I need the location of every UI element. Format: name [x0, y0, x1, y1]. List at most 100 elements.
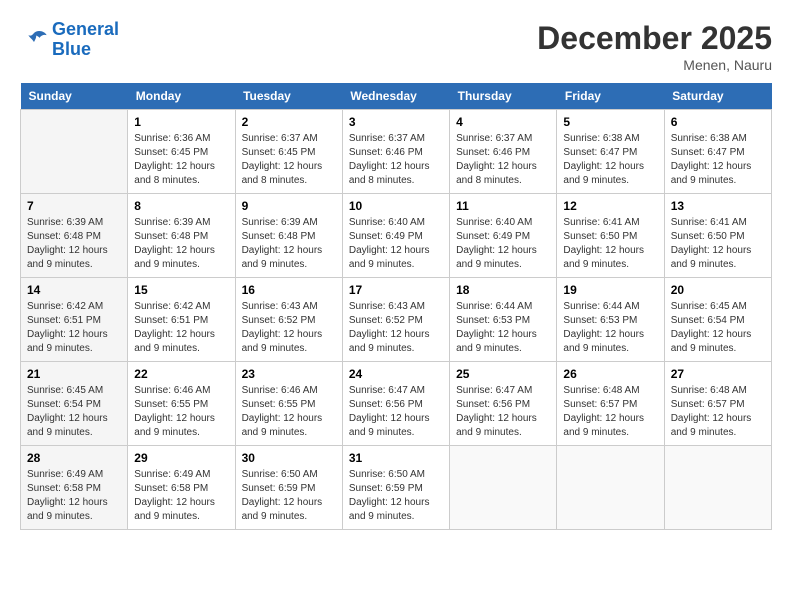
header-day-saturday: Saturday: [664, 83, 771, 110]
calendar-cell: 14 Sunrise: 6:42 AM Sunset: 6:51 PM Dayli…: [21, 278, 128, 362]
calendar-cell: 18Sunrise: 6:44 AM Sunset: 6:53 PM Dayli…: [450, 278, 557, 362]
calendar-cell: 16 Sunrise: 6:43 AM Sunset: 6:52 PM Dayli…: [235, 278, 342, 362]
day-info: Sunrise: 6:48 AM Sunset: 6:57 PM Dayligh…: [563, 384, 657, 440]
day-number: 11: [456, 199, 550, 213]
day-info: Sunrise: 6:48 AM Sunset: 6:57 PM Dayligh…: [671, 384, 765, 440]
calendar-cell: 25Sunrise: 6:47 AM Sunset: 6:56 PM Dayli…: [450, 362, 557, 446]
page-header: General Blue December 2025 Menen, Nauru: [20, 20, 772, 73]
day-number: 31: [349, 451, 443, 465]
day-number: 3: [349, 115, 443, 129]
calendar-cell: 3 Sunrise: 6:37 AM Sunset: 6:46 PM Daylig…: [342, 110, 449, 194]
calendar-cell: 28 Sunrise: 6:49 AM Sunset: 6:58 PM Dayli…: [21, 446, 128, 530]
day-info: Sunrise: 6:45 AM Sunset: 6:54 PM Dayligh…: [671, 300, 765, 356]
header-day-sunday: Sunday: [21, 83, 128, 110]
day-info: Sunrise: 6:39 AM Sunset: 6:48 PM Dayligh…: [242, 216, 336, 272]
day-number: 4: [456, 115, 550, 129]
calendar-cell: 24 Sunrise: 6:47 AM Sunset: 6:56 PM Dayli…: [342, 362, 449, 446]
calendar-week-3: 14 Sunrise: 6:42 AM Sunset: 6:51 PM Dayli…: [21, 278, 772, 362]
day-number: 7: [27, 199, 121, 213]
day-info: Sunrise: 6:36 AM Sunset: 6:45 PM Dayligh…: [134, 132, 228, 188]
day-number: 30: [242, 451, 336, 465]
calendar-cell: 29 Sunrise: 6:49 AM Sunset: 6:58 PM Dayli…: [128, 446, 235, 530]
calendar-cell: 23Sunrise: 6:46 AM Sunset: 6:55 PM Dayli…: [235, 362, 342, 446]
header-day-friday: Friday: [557, 83, 664, 110]
calendar-cell: 10Sunrise: 6:40 AM Sunset: 6:49 PM Dayli…: [342, 194, 449, 278]
calendar-week-1: 1 Sunrise: 6:36 AM Sunset: 6:45 PM Daylig…: [21, 110, 772, 194]
day-number: 26: [563, 367, 657, 381]
day-info: Sunrise: 6:43 AM Sunset: 6:52 PM Dayligh…: [242, 300, 336, 356]
day-number: 20: [671, 283, 765, 297]
day-number: 2: [242, 115, 336, 129]
calendar-week-2: 7 Sunrise: 6:39 AM Sunset: 6:48 PM Daylig…: [21, 194, 772, 278]
calendar-week-4: 21 Sunrise: 6:45 AM Sunset: 6:54 PM Dayli…: [21, 362, 772, 446]
day-info: Sunrise: 6:47 AM Sunset: 6:56 PM Dayligh…: [349, 384, 443, 440]
day-info: Sunrise: 6:46 AM Sunset: 6:55 PM Dayligh…: [134, 384, 228, 440]
calendar-cell: 22 Sunrise: 6:46 AM Sunset: 6:55 PM Dayli…: [128, 362, 235, 446]
day-info: Sunrise: 6:44 AM Sunset: 6:53 PM Dayligh…: [456, 300, 550, 356]
day-info: Sunrise: 6:38 AM Sunset: 6:47 PM Dayligh…: [671, 132, 765, 188]
calendar-cell: [664, 446, 771, 530]
day-number: 5: [563, 115, 657, 129]
calendar-cell: 17 Sunrise: 6:43 AM Sunset: 6:52 PM Dayli…: [342, 278, 449, 362]
day-info: Sunrise: 6:42 AM Sunset: 6:51 PM Dayligh…: [134, 300, 228, 356]
day-number: 19: [563, 283, 657, 297]
day-number: 10: [349, 199, 443, 213]
day-number: 22: [134, 367, 228, 381]
calendar-cell: [450, 446, 557, 530]
header-day-tuesday: Tuesday: [235, 83, 342, 110]
calendar-cell: 12 Sunrise: 6:41 AM Sunset: 6:50 PM Dayli…: [557, 194, 664, 278]
calendar-cell: 5 Sunrise: 6:38 AM Sunset: 6:47 PM Daylig…: [557, 110, 664, 194]
day-info: Sunrise: 6:49 AM Sunset: 6:58 PM Dayligh…: [134, 468, 228, 524]
header-day-thursday: Thursday: [450, 83, 557, 110]
day-info: Sunrise: 6:41 AM Sunset: 6:50 PM Dayligh…: [563, 216, 657, 272]
calendar-cell: 21 Sunrise: 6:45 AM Sunset: 6:54 PM Dayli…: [21, 362, 128, 446]
month-title: December 2025: [537, 20, 772, 57]
calendar-cell: [21, 110, 128, 194]
header-row: SundayMondayTuesdayWednesdayThursdayFrid…: [21, 83, 772, 110]
day-info: Sunrise: 6:40 AM Sunset: 6:49 PM Dayligh…: [456, 216, 550, 272]
day-number: 21: [27, 367, 121, 381]
day-info: Sunrise: 6:43 AM Sunset: 6:52 PM Dayligh…: [349, 300, 443, 356]
calendar-cell: 7 Sunrise: 6:39 AM Sunset: 6:48 PM Daylig…: [21, 194, 128, 278]
day-number: 29: [134, 451, 228, 465]
day-info: Sunrise: 6:41 AM Sunset: 6:50 PM Dayligh…: [671, 216, 765, 272]
day-number: 6: [671, 115, 765, 129]
calendar-cell: 2 Sunrise: 6:37 AM Sunset: 6:45 PM Daylig…: [235, 110, 342, 194]
day-info: Sunrise: 6:39 AM Sunset: 6:48 PM Dayligh…: [134, 216, 228, 272]
day-info: Sunrise: 6:49 AM Sunset: 6:58 PM Dayligh…: [27, 468, 121, 524]
day-info: Sunrise: 6:47 AM Sunset: 6:56 PM Dayligh…: [456, 384, 550, 440]
calendar-table: SundayMondayTuesdayWednesdayThursdayFrid…: [20, 83, 772, 530]
calendar-cell: 31 Sunrise: 6:50 AM Sunset: 6:59 PM Dayli…: [342, 446, 449, 530]
day-info: Sunrise: 6:42 AM Sunset: 6:51 PM Dayligh…: [27, 300, 121, 356]
day-number: 15: [134, 283, 228, 297]
calendar-cell: 6 Sunrise: 6:38 AM Sunset: 6:47 PM Daylig…: [664, 110, 771, 194]
calendar-cell: 26 Sunrise: 6:48 AM Sunset: 6:57 PM Dayli…: [557, 362, 664, 446]
day-info: Sunrise: 6:38 AM Sunset: 6:47 PM Dayligh…: [563, 132, 657, 188]
day-number: 1: [134, 115, 228, 129]
day-number: 27: [671, 367, 765, 381]
day-info: Sunrise: 6:39 AM Sunset: 6:48 PM Dayligh…: [27, 216, 121, 272]
day-number: 14: [27, 283, 121, 297]
day-number: 8: [134, 199, 228, 213]
day-number: 28: [27, 451, 121, 465]
calendar-cell: 8 Sunrise: 6:39 AM Sunset: 6:48 PM Daylig…: [128, 194, 235, 278]
logo: General Blue: [20, 20, 119, 60]
calendar-week-5: 28 Sunrise: 6:49 AM Sunset: 6:58 PM Dayli…: [21, 446, 772, 530]
day-info: Sunrise: 6:37 AM Sunset: 6:45 PM Dayligh…: [242, 132, 336, 188]
day-info: Sunrise: 6:44 AM Sunset: 6:53 PM Dayligh…: [563, 300, 657, 356]
calendar-cell: 20 Sunrise: 6:45 AM Sunset: 6:54 PM Dayli…: [664, 278, 771, 362]
calendar-cell: 1 Sunrise: 6:36 AM Sunset: 6:45 PM Daylig…: [128, 110, 235, 194]
day-info: Sunrise: 6:37 AM Sunset: 6:46 PM Dayligh…: [349, 132, 443, 188]
logo-text: General Blue: [52, 20, 119, 60]
header-day-monday: Monday: [128, 83, 235, 110]
day-info: Sunrise: 6:50 AM Sunset: 6:59 PM Dayligh…: [242, 468, 336, 524]
title-section: December 2025 Menen, Nauru: [537, 20, 772, 73]
day-info: Sunrise: 6:45 AM Sunset: 6:54 PM Dayligh…: [27, 384, 121, 440]
day-number: 16: [242, 283, 336, 297]
calendar-cell: 27 Sunrise: 6:48 AM Sunset: 6:57 PM Dayli…: [664, 362, 771, 446]
day-number: 17: [349, 283, 443, 297]
day-number: 24: [349, 367, 443, 381]
day-info: Sunrise: 6:50 AM Sunset: 6:59 PM Dayligh…: [349, 468, 443, 524]
day-number: 13: [671, 199, 765, 213]
day-number: 12: [563, 199, 657, 213]
